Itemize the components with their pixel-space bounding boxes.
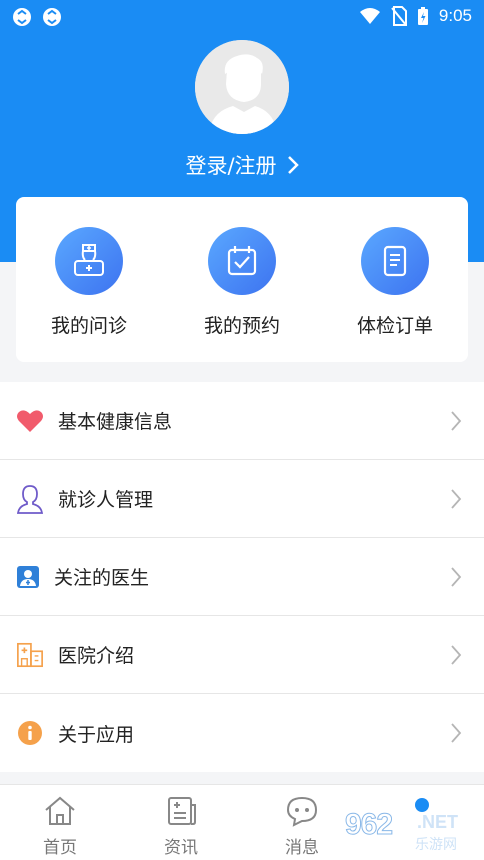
- document-icon: [383, 245, 407, 277]
- battery-charging-icon: [417, 7, 428, 25]
- info-icon: [18, 721, 42, 745]
- home-icon: [45, 796, 75, 825]
- menu-label: 关注的医生: [54, 567, 150, 589]
- menu-list: 基本健康信息 就诊人管理 关注的医生 医院介绍 关于应用: [0, 382, 484, 772]
- app-notification-icon: [13, 8, 31, 26]
- chevron-right-icon: [287, 156, 299, 174]
- watermark-sub: 乐游网: [415, 837, 457, 853]
- menu-item-hospital-intro[interactable]: 医院介绍: [0, 616, 484, 694]
- app-notification-icon: [43, 8, 61, 26]
- clock: 9:05: [438, 6, 472, 25]
- login-register-link[interactable]: 登录/注册: [0, 150, 484, 180]
- menu-item-about-app[interactable]: 关于应用: [0, 694, 484, 772]
- watermark-logo: 962 .NET 乐游网: [344, 800, 480, 856]
- status-bar: 9:05: [0, 0, 484, 36]
- checkup-order-button[interactable]: 体检订单: [325, 227, 465, 338]
- hospital-icon: [17, 642, 43, 667]
- no-sim-icon: [391, 6, 407, 26]
- menu-item-followed-doctors[interactable]: 关注的医生: [0, 538, 484, 616]
- heart-icon: [17, 409, 43, 432]
- message-icon: [286, 796, 318, 827]
- menu-label: 就诊人管理: [58, 489, 154, 511]
- menu-item-health-info[interactable]: 基本健康信息: [0, 382, 484, 460]
- tab-label: 首页: [43, 838, 77, 858]
- menu-item-patient-management[interactable]: 就诊人管理: [0, 460, 484, 538]
- chevron-right-icon: [451, 566, 462, 587]
- avatar[interactable]: [195, 40, 289, 134]
- watermark-suffix: .NET: [417, 812, 459, 832]
- chevron-right-icon: [451, 410, 462, 431]
- tab-label: 消息: [285, 838, 319, 858]
- quick-actions-card: 我的问诊 我的预约 体检订单: [16, 197, 468, 362]
- my-appointment-button[interactable]: 我的预约: [172, 227, 312, 338]
- card-label: 我的预约: [203, 315, 280, 337]
- login-label: 登录/注册: [185, 154, 277, 178]
- watermark-number: 962: [344, 808, 393, 842]
- card-label: 我的问诊: [50, 315, 127, 337]
- tab-news[interactable]: 资讯: [141, 795, 221, 858]
- my-consultation-button[interactable]: 我的问诊: [19, 227, 159, 338]
- wifi-icon: [359, 8, 380, 24]
- doctor-badge-icon: [17, 565, 39, 588]
- news-icon: [168, 797, 196, 825]
- menu-label: 关于应用: [58, 723, 135, 746]
- tab-home[interactable]: 首页: [20, 795, 100, 858]
- calendar-check-icon: [227, 246, 257, 276]
- chevron-right-icon: [451, 723, 462, 743]
- chevron-right-icon: [451, 488, 462, 509]
- chevron-right-icon: [451, 644, 462, 665]
- menu-label: 医院介绍: [58, 645, 135, 667]
- person-outline-icon: [16, 484, 44, 514]
- doctor-consult-icon: [74, 244, 104, 276]
- card-label: 体检订单: [356, 315, 433, 337]
- default-avatar-icon: [195, 40, 289, 134]
- tab-label: 资讯: [164, 838, 198, 858]
- menu-label: 基本健康信息: [58, 411, 173, 433]
- tab-messages[interactable]: 消息: [262, 795, 342, 858]
